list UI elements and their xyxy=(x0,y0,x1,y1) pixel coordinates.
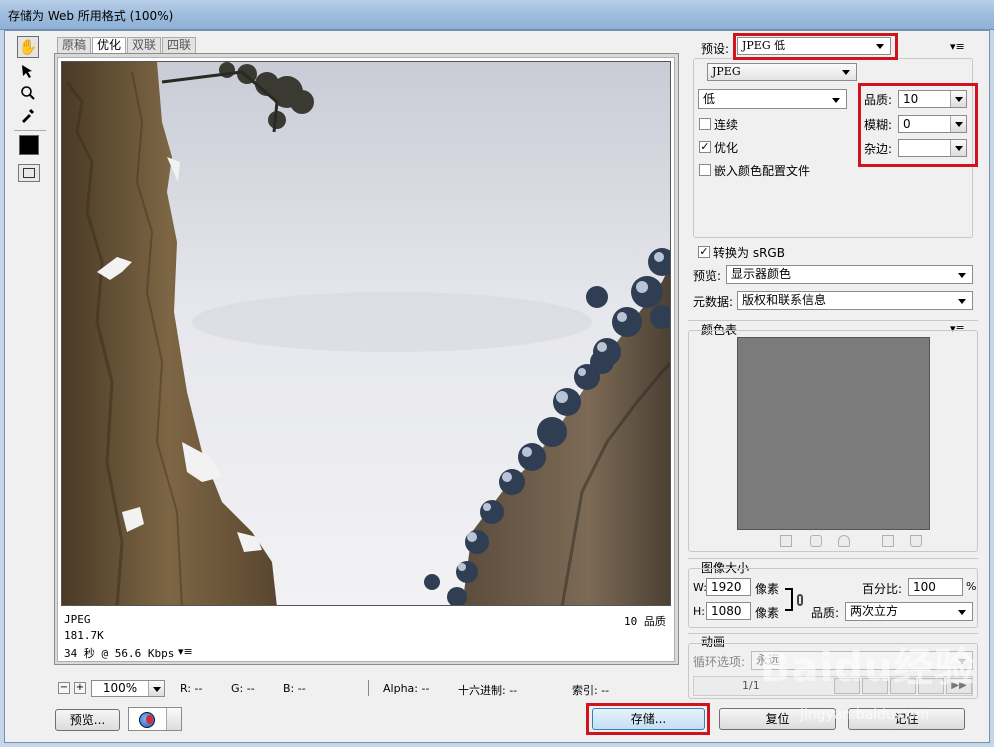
red-readout: R: -- xyxy=(180,682,203,695)
resample-quality-label: 品质: xyxy=(811,606,840,620)
width-label: W: xyxy=(693,581,707,594)
resample-quality-value: 两次立方 xyxy=(850,604,899,618)
frame-counter: 1/1 xyxy=(742,679,760,692)
progressive-checkbox[interactable] xyxy=(699,118,711,130)
map-selected-colors-icon[interactable] xyxy=(780,535,792,547)
resample-quality-select[interactable]: 两次立方 xyxy=(845,602,973,621)
optimized-checkbox[interactable]: ✓ xyxy=(699,141,711,153)
download-time-text: 34 秒 @ 56.6 Kbps xyxy=(64,647,175,660)
first-frame-button[interactable] xyxy=(834,678,860,694)
compression-quality-value: 低 xyxy=(703,92,716,106)
link-icon[interactable] xyxy=(797,594,803,606)
last-frame-button[interactable]: ▶▶ xyxy=(946,678,972,694)
download-speed-menu-icon[interactable]: ▾≡ xyxy=(178,645,193,658)
preview-image[interactable] xyxy=(61,61,671,606)
slice-select-tool-icon[interactable] xyxy=(17,60,39,82)
lock-color-icon[interactable] xyxy=(838,535,850,547)
alpha-readout: Alpha: -- xyxy=(383,682,430,695)
width-input[interactable]: 1920 xyxy=(706,578,751,596)
embed-profile-label: 嵌入颜色配置文件 xyxy=(714,164,811,178)
convert-srgb-checkbox[interactable]: ✓ xyxy=(698,246,710,258)
prev-frame-button[interactable] xyxy=(862,678,888,694)
optimized-filesize-text: 181.7K xyxy=(64,629,104,642)
preview-mode-value: 显示器颜色 xyxy=(731,267,792,281)
tools-divider xyxy=(14,130,46,131)
hex-readout: 十六进制: -- xyxy=(458,684,518,697)
loop-options-value: 永远 xyxy=(756,653,781,667)
metadata-select[interactable]: 版权和联系信息 xyxy=(737,291,973,310)
save-button-highlight-box xyxy=(586,703,710,735)
compression-quality-select[interactable]: 低 xyxy=(698,89,847,109)
tools-panel: ✋ xyxy=(14,36,46,186)
optimized-quality-text: 10 品质 xyxy=(624,615,666,628)
play-button[interactable] xyxy=(890,678,916,694)
preview-mode-select[interactable]: 显示器颜色 xyxy=(726,265,973,284)
width-unit: 像素 xyxy=(755,582,780,596)
zoom-level-value: 100% xyxy=(102,681,138,695)
preset-options-menu-icon[interactable]: ▾≡ xyxy=(950,40,965,53)
reset-button[interactable]: 复位 xyxy=(719,708,836,730)
browser-select[interactable] xyxy=(128,707,182,731)
height-label: H: xyxy=(693,605,705,618)
blue-readout: B: -- xyxy=(283,682,306,695)
color-table-swatches[interactable] xyxy=(737,337,930,530)
height-unit: 像素 xyxy=(755,606,780,620)
percent-input[interactable]: 100 xyxy=(908,578,963,596)
hand-tool-icon[interactable]: ✋ xyxy=(17,36,39,58)
eyedropper-tool-icon[interactable] xyxy=(17,104,39,126)
constrain-proportions-bracket xyxy=(785,588,793,611)
quality-settings-highlight-box xyxy=(858,83,978,167)
web-shift-icon[interactable] xyxy=(810,535,822,547)
optimized-label: 优化 xyxy=(714,141,739,155)
new-color-icon[interactable] xyxy=(882,535,894,547)
progressive-label: 连续 xyxy=(714,118,739,132)
loop-options-select[interactable]: 永远 xyxy=(751,651,973,670)
preset-highlight-box xyxy=(733,33,898,60)
zoom-tool-icon[interactable] xyxy=(17,82,39,104)
window-title: 存储为 Web 所用格式 (100%) xyxy=(8,9,174,23)
optimized-format-text: JPEG xyxy=(64,613,91,626)
toggle-slices-icon[interactable] xyxy=(18,164,40,182)
delete-color-icon[interactable] xyxy=(910,535,922,547)
percent-unit: % xyxy=(966,580,977,593)
view-tabs: 原稿 优化 双联 四联 xyxy=(57,37,197,53)
zoom-level-select[interactable]: 100% xyxy=(91,680,165,697)
animation-divider xyxy=(688,633,978,634)
tab-4up[interactable]: 四联 xyxy=(162,37,197,53)
next-frame-button[interactable] xyxy=(918,678,944,694)
preview-button[interactable]: 预览... xyxy=(55,709,120,731)
embed-profile-checkbox[interactable] xyxy=(699,164,711,176)
loop-options-label: 循环选项: xyxy=(693,655,746,669)
browser-icon xyxy=(139,712,155,728)
metadata-label: 元数据: xyxy=(693,295,734,309)
index-readout: 索引: -- xyxy=(572,684,610,697)
height-input[interactable]: 1080 xyxy=(706,602,751,620)
tab-original[interactable]: 原稿 xyxy=(57,37,92,53)
format-select[interactable]: JPEG xyxy=(707,63,857,81)
statusbar-divider xyxy=(368,680,369,696)
percent-label: 百分比: xyxy=(862,582,903,596)
convert-srgb-label: 转换为 sRGB xyxy=(713,246,785,260)
remember-button[interactable]: 记住 xyxy=(848,708,965,730)
green-readout: G: -- xyxy=(231,682,255,695)
format-value: JPEG xyxy=(712,65,741,78)
zoom-out-button[interactable]: − xyxy=(58,682,70,694)
preset-label: 预设: xyxy=(701,42,730,56)
title-bar: 存储为 Web 所用格式 (100%) xyxy=(0,0,994,30)
tab-2up[interactable]: 双联 xyxy=(127,37,162,53)
metadata-value: 版权和联系信息 xyxy=(742,293,827,307)
tab-optimized[interactable]: 优化 xyxy=(92,37,127,53)
zoom-in-button[interactable]: + xyxy=(74,682,86,694)
eyedropper-color-swatch[interactable] xyxy=(19,135,39,155)
preview-mode-label: 预览: xyxy=(693,269,722,283)
